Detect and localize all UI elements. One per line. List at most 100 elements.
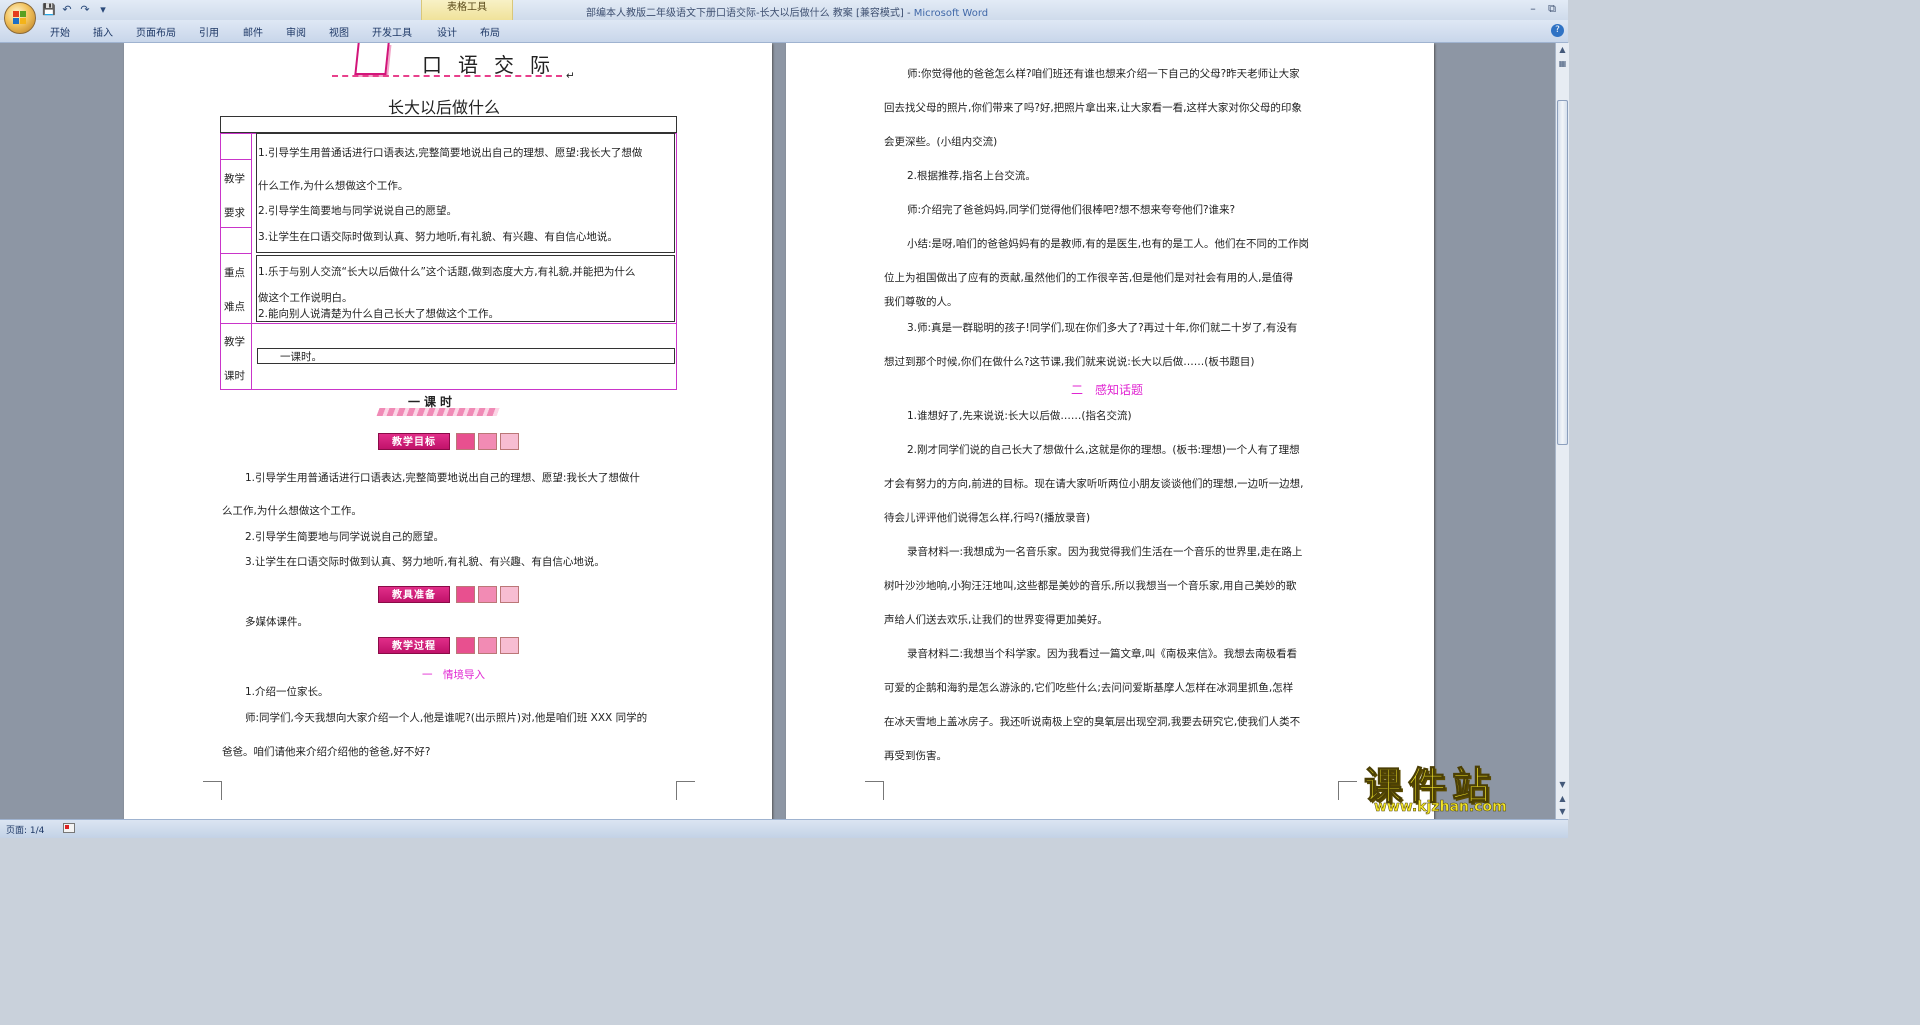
tab-review[interactable]: 审阅 (286, 24, 306, 39)
office-button[interactable] (4, 2, 36, 34)
watermark-url: www.kjzhan.com (1374, 799, 1507, 816)
proofing-icon[interactable] (63, 823, 75, 833)
teacher-question: 师:你觉得他的爸爸怎么样?咱们班还有谁也想来介绍一下自己的父母?昨天老师让大家 (907, 68, 1300, 80)
header-underline (332, 75, 562, 80)
crop-mark (1338, 781, 1357, 800)
redo-icon[interactable]: ↷ (78, 3, 92, 17)
page-1: 口语交际 ↵ 长大以后做什么 教学 要求 1.引导学生用普通话进行口语表达,完整… (124, 43, 772, 819)
help-icon[interactable]: ? (1551, 24, 1564, 37)
group-exchange: 会更深些。(小组内交流) (884, 136, 998, 148)
ruler-toggle-icon[interactable]: ▦ (1556, 57, 1569, 70)
key-label-1: 重点 (224, 267, 245, 279)
tab-insert[interactable]: 插入 (93, 24, 113, 39)
table-key-2: 2.能向别人说清楚为什么自己长大了想做这个工作。 (258, 308, 500, 320)
step-2-item-1: 1.谁想好了,先来说说:长大以后做……(指名交流) (907, 410, 1132, 422)
time-label-1: 教学 (224, 336, 245, 348)
scroll-down-icon[interactable]: ▼ (1556, 778, 1569, 791)
step-2-item-2b: 才会有努力的方向,前进的目标。现在请大家听听两位小朋友谈谈他们的理想,一边听一边… (884, 478, 1304, 490)
crop-mark (865, 781, 884, 800)
watermark: 课件站 www.kjzhan.com (1363, 755, 1554, 817)
tab-references[interactable]: 引用 (199, 24, 219, 39)
status-bar: 页面: 1/4 (0, 819, 1568, 838)
summary-b: 位上为祖国做出了应有的贡献,虽然他们的工作很辛苦,但是他们是对社会有用的人,是值… (884, 272, 1294, 284)
key-label-2: 难点 (224, 301, 245, 313)
document-area: 口语交际 ↵ 长大以后做什么 教学 要求 1.引导学生用普通话进行口语表达,完整… (0, 43, 1555, 819)
goals-label-1: 教学 (224, 173, 245, 185)
tab-mailings[interactable]: 邮件 (243, 24, 263, 39)
minimize-icon[interactable]: – (1523, 2, 1543, 15)
step-3-a: 3.师:真是一群聪明的孩子!同学们,现在你们多大了?再过十年,你们就二十岁了,有… (907, 322, 1298, 334)
recording-2d: 再受到伤害。 (884, 750, 947, 762)
photo-instruction: 回去找父母的照片,你们带来了吗?好,把照片拿出来,让大家看一看,这样大家对你父母… (884, 102, 1302, 114)
quick-access-toolbar: 💾 ↶ ↷ ▾ (42, 2, 110, 18)
step-2-item: 2.根据推荐,指名上台交流。 (907, 170, 1036, 182)
page-indicator[interactable]: 页面: 1/4 (6, 823, 44, 836)
tab-developer[interactable]: 开发工具 (372, 24, 412, 39)
summary-c: 我们尊敬的人。 (884, 296, 958, 308)
scroll-thumb[interactable] (1557, 100, 1568, 445)
tab-home[interactable]: 开始 (50, 24, 70, 39)
time-label-2: 课时 (224, 370, 245, 382)
prep-text: 多媒体课件。 (245, 616, 308, 628)
recording-2b: 可爱的企鹅和海豹是怎么游泳的,它们吃些什么;去问问爱斯基摩人怎样在冰洞里抓鱼,怎… (884, 682, 1294, 694)
tab-view[interactable]: 视图 (329, 24, 349, 39)
step-2-item-2a: 2.刚才同学们说的自己长大了想做什么,这就是你的理想。(板书:理想)一个人有了理… (907, 444, 1300, 456)
doc-title: 长大以后做什么 (388, 98, 501, 117)
step-3-b: 想过到那个时候,你们在做什么?这节课,我们就来说说:长大以后做……(板书题目) (884, 356, 1255, 368)
paragraph-mark: ↵ (566, 70, 575, 82)
app-title: Microsoft Word (913, 8, 989, 19)
restore-icon[interactable]: ⧉ (1542, 2, 1562, 16)
recording-1c: 声给人们送去欢乐,让我们的世界变得更加美好。 (884, 614, 1108, 626)
recording-1a: 录音材料一:我想成为一名音乐家。因为我觉得我们生活在一个音乐的世界里,走在路上 (907, 546, 1303, 558)
next-page-icon[interactable]: ▼ (1556, 805, 1569, 818)
tab-page-layout[interactable]: 页面布局 (136, 24, 176, 39)
summary-a: 小结:是呀,咱们的爸爸妈妈有的是教师,有的是医生,也有的是工人。他们在不同的工作… (907, 238, 1310, 250)
header-title: 口语交际 (422, 53, 566, 77)
recording-1b: 树叶沙沙地响,小狗汪汪地叫,这些都是美妙的音乐,所以我想当一个音乐家,用自己美妙… (884, 580, 1297, 592)
section-tag-process: 教学过程 (378, 637, 450, 654)
notebook-decoration-icon (354, 43, 390, 75)
goal-1a: 1.引导学生用普通话进行口语表达,完整简要地说出自己的理想、愿望:我长大了想做什 (245, 472, 640, 484)
recording-2a: 录音材料二:我想当个科学家。因为我看过一篇文章,叫《南极来信》。我想去南极看看 (907, 648, 1298, 660)
tab-layout[interactable]: 布局 (480, 24, 500, 39)
goal-1b: 么工作,为什么想做这个工作。 (222, 505, 362, 517)
teacher-intro-a: 师:同学们,今天我想向大家介绍一个人,他是谁呢?(出示照片)对,他是咱们班 XX… (245, 712, 648, 724)
one-class-heading: 一课时 (408, 395, 457, 409)
undo-icon[interactable]: ↶ (60, 3, 74, 17)
table-goal-1a: 1.引导学生用普通话进行口语表达,完整简要地说出自己的理想、愿望:我长大了想做 (258, 147, 643, 159)
customize-qat-icon[interactable]: ▾ (96, 3, 110, 17)
step-1-item: 1.介绍一位家长。 (245, 686, 329, 698)
scroll-up-icon[interactable]: ▲ (1556, 43, 1569, 56)
previous-page-icon[interactable]: ▲ (1556, 792, 1569, 805)
crop-mark (203, 781, 222, 800)
recording-2c: 在冰天雪地上盖冰房子。我还听说南极上空的臭氧层出现空洞,我要去研究它,使我们人类… (884, 716, 1301, 728)
crop-mark (676, 781, 695, 800)
document-title: 部编本人教版二年级语文下册口语交际-长大以后做什么 教案 [兼容模式] - (586, 8, 914, 19)
page-2: 师:你觉得他的爸爸怎么样?咱们班还有谁也想来介绍一下自己的父母?昨天老师让大家回… (786, 43, 1434, 819)
table-top-row (220, 116, 677, 133)
step-2-heading: 二 感知话题 (1071, 383, 1144, 397)
praise-question: 师:介绍完了爸爸妈妈,同学们觉得他们很棒吧?想不想来夸夸他们?谁来? (907, 204, 1236, 216)
contextual-tab-group-label: 表格工具 (421, 0, 513, 20)
ribbon-tab-bar: 开始 插入 页面布局 引用 邮件 审阅 视图 开发工具 设计 布局 (0, 20, 1568, 43)
table-time-value: 一课时。 (280, 351, 322, 363)
table-goal-1b: 什么工作,为什么想做这个工作。 (258, 180, 409, 192)
table-key-1b: 做这个工作说明白。 (258, 292, 353, 304)
step-1-heading: 一 情境导入 (422, 669, 485, 681)
teacher-intro-b: 爸爸。咱们请他来介绍介绍他的爸爸,好不好? (222, 746, 431, 758)
window-title: 部编本人教版二年级语文下册口语交际-长大以后做什么 教案 [兼容模式] - Mi… (586, 4, 988, 19)
goals-label-2: 要求 (224, 207, 245, 219)
table-key-1a: 1.乐于与别人交流“长大以后做什么”这个话题,做到态度大方,有礼貌,并能把为什么 (258, 266, 636, 278)
save-icon[interactable]: 💾 (42, 3, 56, 17)
tab-design[interactable]: 设计 (437, 24, 457, 39)
office-logo-icon (13, 11, 27, 25)
step-2-item-2c: 待会儿评评他们说得怎么样,行吗?(播放录音) (884, 512, 1091, 524)
goal-3: 3.让学生在口语交际时做到认真、努力地听,有礼貌、有兴趣、有自信心地说。 (245, 556, 605, 568)
goal-2: 2.引导学生简要地与同学说说自己的愿望。 (245, 531, 445, 543)
section-tag-goals: 教学目标 (378, 433, 450, 450)
vertical-scrollbar[interactable]: ▲ ▦ ▼ ▲ ▼ (1555, 43, 1569, 819)
table-goal-2: 2.引导学生简要地与同学说说自己的愿望。 (258, 205, 458, 217)
table-goal-3: 3.让学生在口语交际时做到认真、努力地听,有礼貌、有兴趣、有自信心地说。 (258, 231, 618, 243)
section-tag-prep: 教具准备 (378, 586, 450, 603)
title-bar: 💾 ↶ ↷ ▾ 表格工具 部编本人教版二年级语文下册口语交际-长大以后做什么 教… (0, 0, 1568, 20)
